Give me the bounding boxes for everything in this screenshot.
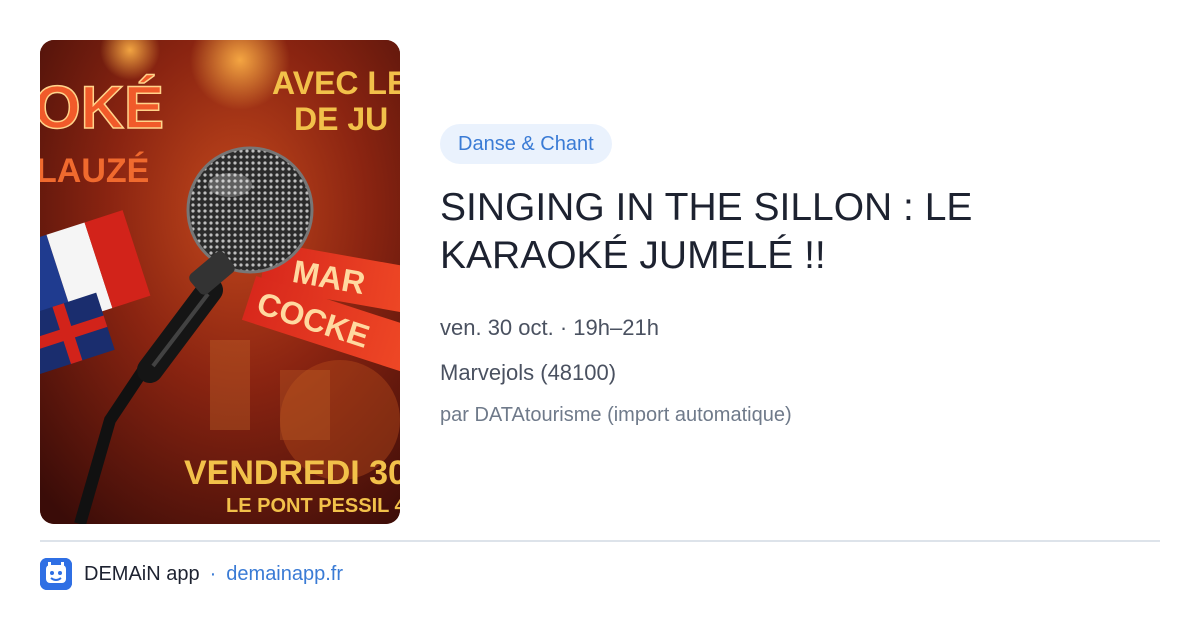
- event-source: par DATAtourisme (import automatique): [440, 404, 792, 426]
- event-date: ven. 30 oct. · 19h–21h: [440, 315, 659, 340]
- poster-headline: OKÉ: [40, 74, 164, 141]
- poster-text-left: LAUZÉ: [40, 152, 149, 190]
- app-logo-icon[interactable]: [40, 558, 72, 590]
- footer: DEMAiN app · demainapp.fr: [40, 558, 343, 590]
- poster-venue-text: LE PONT PESSIL 4: [226, 495, 400, 517]
- karaoke-poster-image: OKÉ LAUZÉ AVEC LE DE JU MAR COCKE VENDRE…: [40, 40, 400, 524]
- category-badge[interactable]: Danse & Chant: [440, 124, 612, 164]
- event-location: Marvejols (48100): [440, 360, 617, 385]
- footer-divider: [40, 540, 1160, 542]
- app-name: DEMAiN app: [84, 562, 200, 585]
- poster-date-text: VENDREDI 30: [184, 454, 400, 492]
- poster-text-top-right: AVEC LE: [272, 65, 400, 101]
- footer-separator: ·: [209, 562, 217, 585]
- poster-text-top-right-2: DE JU: [294, 101, 388, 137]
- site-link[interactable]: demainapp.fr: [226, 563, 343, 586]
- event-title[interactable]: SINGING IN THE SILLON : LE KARAOKÉ JUMEL…: [440, 184, 1140, 280]
- event-image[interactable]: OKÉ LAUZÉ AVEC LE DE JU MAR COCKE VENDRE…: [40, 40, 400, 524]
